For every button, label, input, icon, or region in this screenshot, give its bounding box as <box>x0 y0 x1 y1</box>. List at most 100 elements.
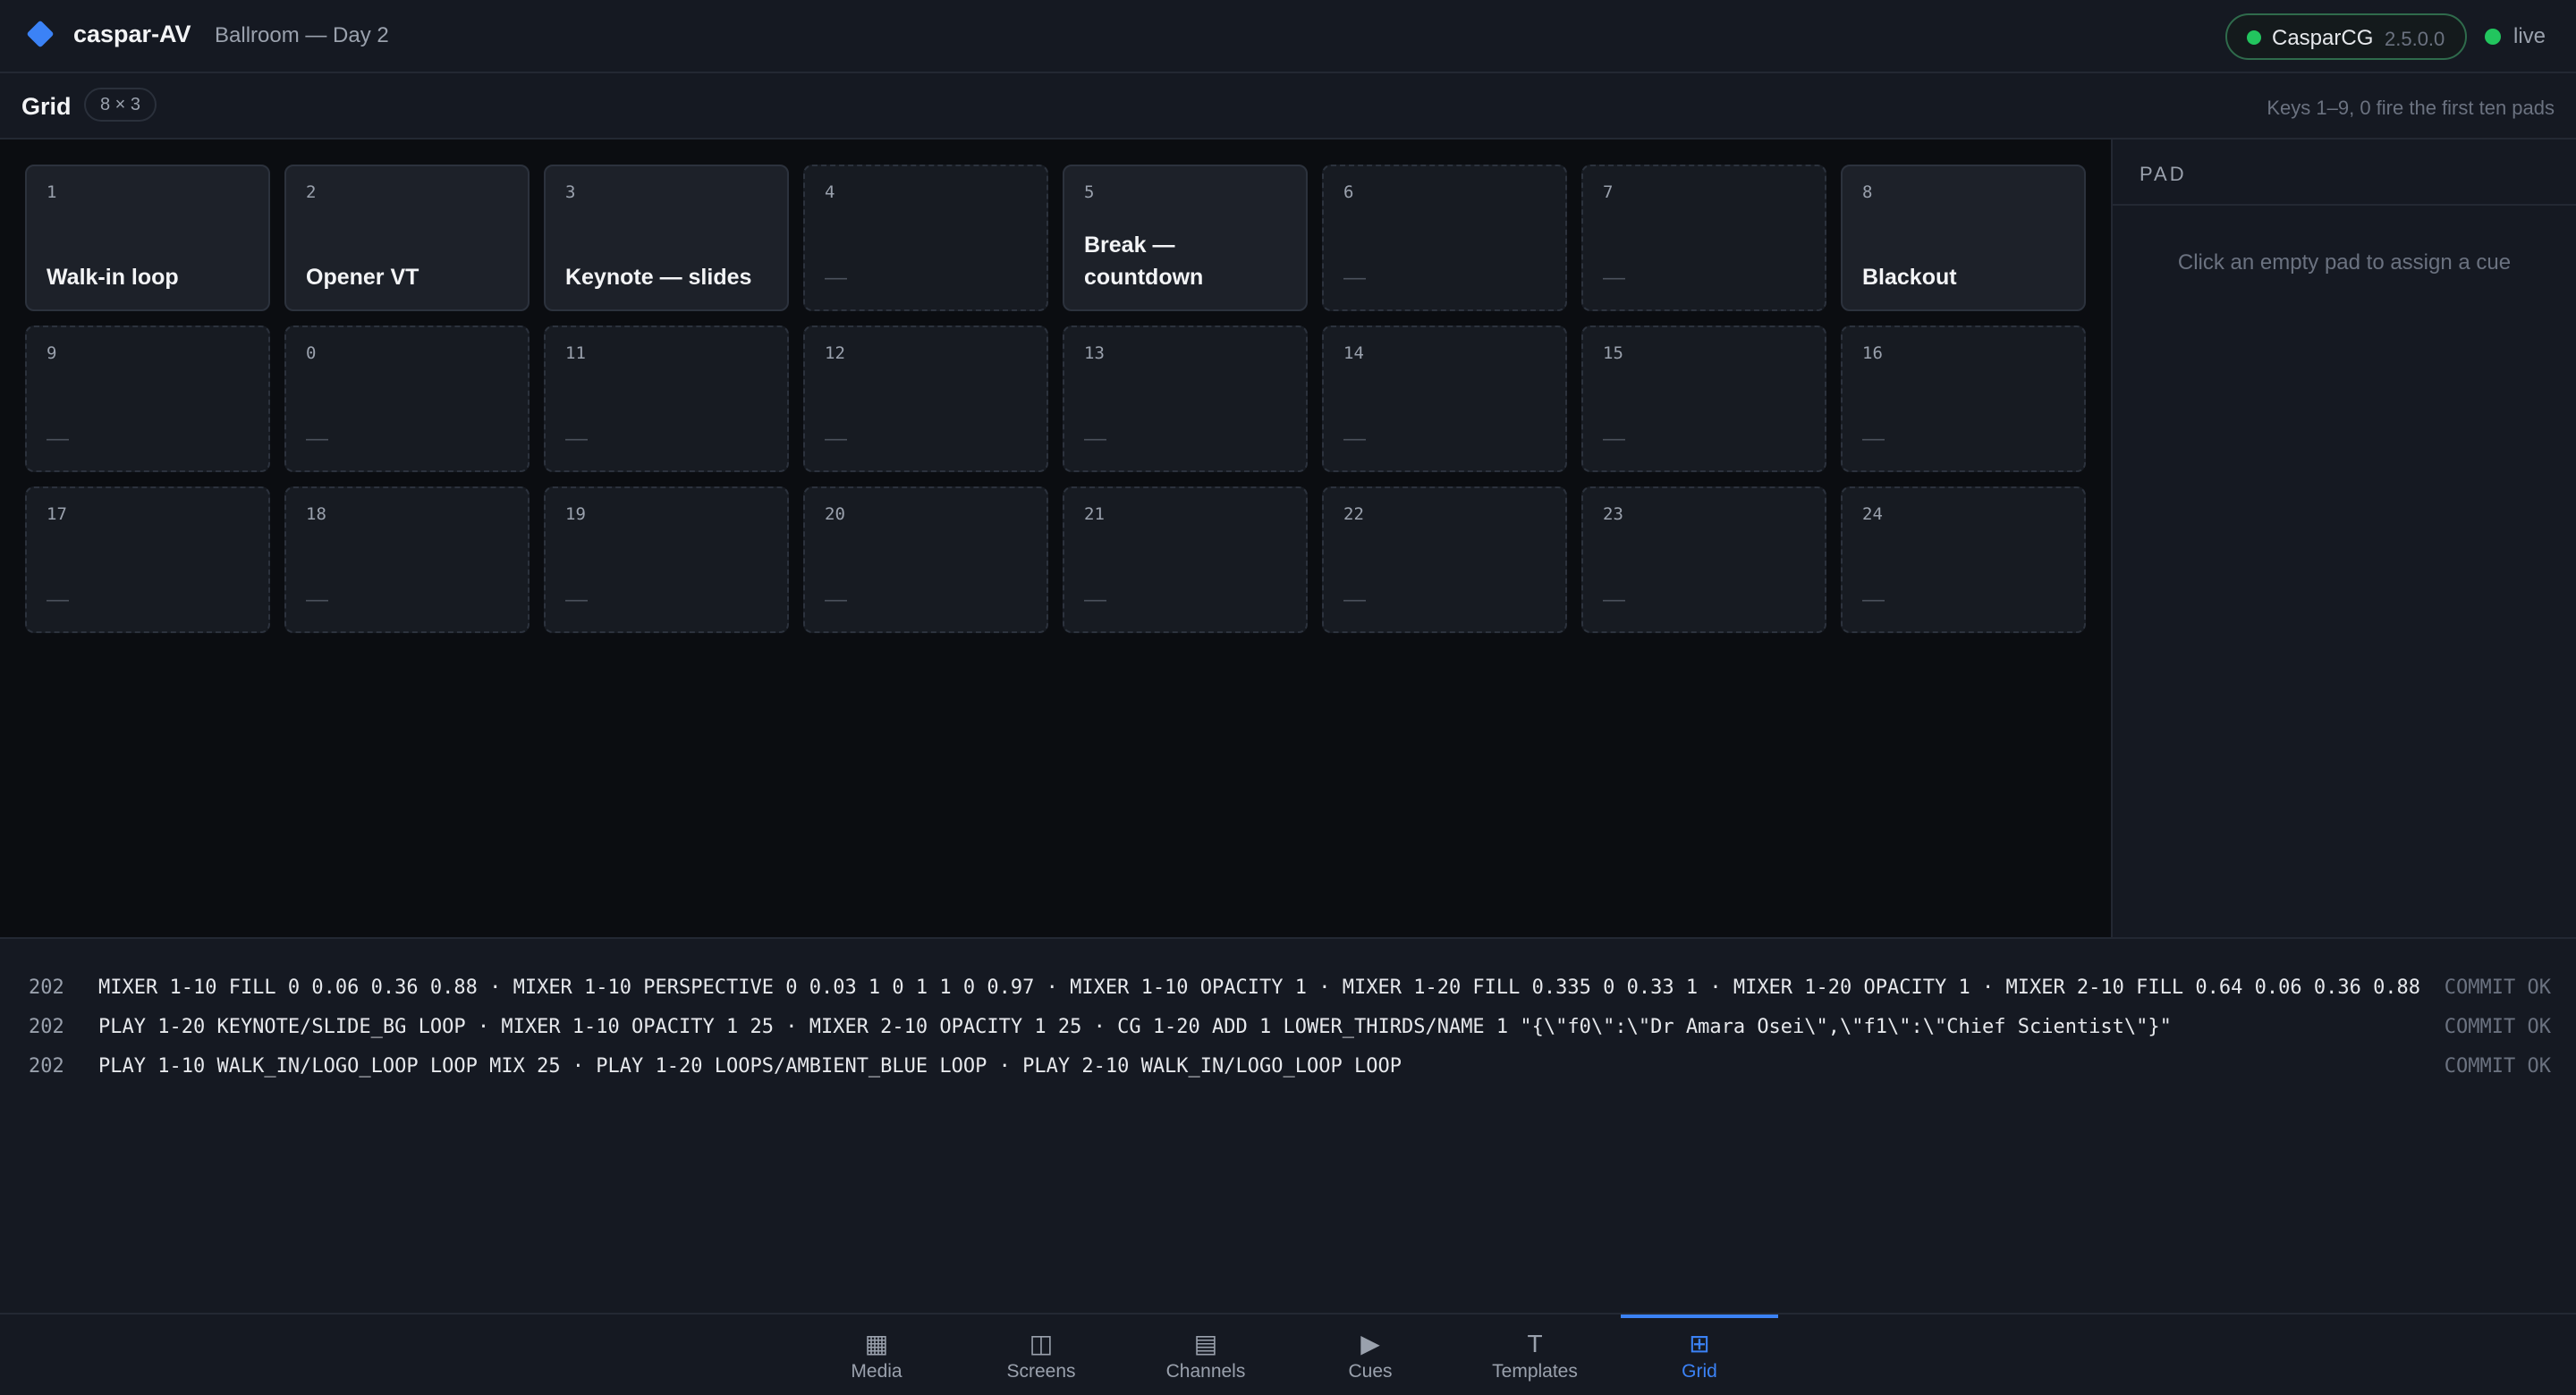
log-status: COMMIT OK <box>2444 976 2551 999</box>
pad-label: — <box>1084 426 1106 451</box>
nav-channels[interactable]: ▤ Channels <box>1127 1315 1284 1395</box>
pad-number: 2 <box>306 182 317 202</box>
log-command: PLAY 1-20 KEYNOTE/SLIDE_BG LOOP · MIXER … <box>98 1016 2172 1038</box>
log-code: 202 <box>29 1016 64 1038</box>
pad[interactable]: 20 — <box>803 486 1048 633</box>
pad-label: Opener VT <box>306 265 419 290</box>
nav-label: Screens <box>1006 1361 1076 1382</box>
grid-icon: ⊞ <box>1689 1330 1710 1357</box>
log-status: COMMIT OK <box>2444 1055 2551 1078</box>
pad[interactable]: 5 Break — countdown <box>1063 165 1308 311</box>
pad-label: — <box>825 587 847 612</box>
pad-number: 17 <box>47 504 67 524</box>
pad-panel: PAD Click an empty pad to assign a cue <box>2111 140 2576 937</box>
project-name: Ballroom — Day 2 <box>215 23 389 47</box>
screens-icon: ◫ <box>1029 1330 1054 1357</box>
pad-number: 16 <box>1862 343 1883 363</box>
app-name: caspar-AV <box>73 21 191 47</box>
pad-label: — <box>1862 426 1885 451</box>
pad-number: 13 <box>1084 343 1105 363</box>
nav-templates[interactable]: T Templates <box>1456 1315 1614 1395</box>
media-icon: ▦ <box>864 1330 889 1357</box>
log-row: 202 PLAY 1-20 KEYNOTE/SLIDE_BG LOOP · MI… <box>0 1007 2576 1046</box>
pad[interactable]: 23 — <box>1581 486 1826 633</box>
pad-number: 19 <box>565 504 586 524</box>
pad-label: — <box>1603 265 1625 290</box>
pad-number: 5 <box>1084 182 1095 202</box>
nav-cues[interactable]: ▶ Cues <box>1292 1315 1449 1395</box>
pad[interactable]: 8 Blackout <box>1841 165 2086 311</box>
nav-label: Grid <box>1682 1361 1717 1382</box>
server-status-pill[interactable]: CasparCG 2.5.0.0 <box>2225 13 2467 60</box>
pad-number: 23 <box>1603 504 1623 524</box>
nav-grid[interactable]: ⊞ Grid <box>1621 1315 1778 1395</box>
pad-number: 3 <box>565 182 576 202</box>
nav-screens[interactable]: ◫ Screens <box>962 1315 1120 1395</box>
pad[interactable]: 22 — <box>1322 486 1567 633</box>
log-code: 202 <box>29 976 64 999</box>
pad[interactable]: 15 — <box>1581 326 1826 472</box>
cues-icon: ▶ <box>1360 1330 1380 1357</box>
pad-label: — <box>306 587 328 612</box>
pad-number: 8 <box>1862 182 1873 202</box>
pad-label: Walk-in loop <box>47 265 179 290</box>
log-command: PLAY 1-10 WALK_IN/LOGO_LOOP LOOP MIX 25 … <box>98 1055 1402 1078</box>
pad[interactable]: 21 — <box>1063 486 1308 633</box>
pad-panel-title: PAD <box>2140 163 2187 185</box>
pad-number: 14 <box>1343 343 1364 363</box>
pad[interactable]: 12 — <box>803 326 1048 472</box>
pad[interactable]: 1 Walk-in loop <box>25 165 270 311</box>
pad[interactable]: 24 — <box>1841 486 2086 633</box>
channels-icon: ▤ <box>1193 1330 1218 1357</box>
pad-number: 7 <box>1603 182 1614 202</box>
pad-label: — <box>565 587 588 612</box>
pad[interactable]: 13 — <box>1063 326 1308 472</box>
pad-label: — <box>1603 426 1625 451</box>
live-dot-icon <box>2485 29 2501 45</box>
pad-label: — <box>825 426 847 451</box>
keyboard-hint: Keys 1–9, 0 fire the first ten pads <box>2267 97 2555 119</box>
pad-panel-empty-message: Click an empty pad to assign a cue <box>2177 250 2512 275</box>
grid-toolbar: Grid 8 × 3 Keys 1–9, 0 fire the first te… <box>0 73 2576 140</box>
pad[interactable]: 9— <box>25 326 270 472</box>
pad[interactable]: 0— <box>284 326 530 472</box>
pad[interactable]: 11 — <box>544 326 789 472</box>
pad[interactable]: 14 — <box>1322 326 1567 472</box>
pad-label: Break — countdown <box>1084 232 1204 290</box>
pad-number: 12 <box>825 343 845 363</box>
pad[interactable]: 17 — <box>25 486 270 633</box>
nav-label: Media <box>851 1361 902 1382</box>
pad-number: 6 <box>1343 182 1354 202</box>
log-status: COMMIT OK <box>2444 1016 2551 1038</box>
pad-label: — <box>1343 426 1366 451</box>
pad-number: 1 <box>47 182 57 202</box>
pad[interactable]: 19 — <box>544 486 789 633</box>
pad-label: — <box>1343 265 1366 290</box>
pad-number: 18 <box>306 504 326 524</box>
nav-media[interactable]: ▦ Media <box>798 1315 955 1395</box>
pad-label: — <box>825 265 847 290</box>
pad-label: Blackout <box>1862 265 1957 290</box>
pad-number: 15 <box>1603 343 1623 363</box>
pad[interactable]: 7— <box>1581 165 1826 311</box>
pad-label: — <box>1343 587 1366 612</box>
bottom-nav: ▦ Media ◫ Screens ▤ Channels ▶ Cues T Te… <box>0 1313 2576 1395</box>
pad[interactable]: 3 Keynote — slides <box>544 165 789 311</box>
pad-label: — <box>565 426 588 451</box>
pad[interactable]: 16 — <box>1841 326 2086 472</box>
pad[interactable]: 2 Opener VT <box>284 165 530 311</box>
pad-number: 9 <box>47 343 57 363</box>
log-command: MIXER 1-10 FILL 0 0.06 0.36 0.88 · MIXER… <box>98 976 2421 999</box>
pad[interactable]: 6— <box>1322 165 1567 311</box>
pad-label: — <box>1862 587 1885 612</box>
pad[interactable]: 4— <box>803 165 1048 311</box>
pad-label: — <box>1603 587 1625 612</box>
pad-number: 11 <box>565 343 586 363</box>
top-bar: caspar-AV Ballroom — Day 2 CasparCG 2.5.… <box>0 0 2576 73</box>
pad[interactable]: 18 — <box>284 486 530 633</box>
pad-number: 4 <box>825 182 835 202</box>
page-title: Grid <box>21 93 72 120</box>
pad-number: 24 <box>1862 504 1883 524</box>
pad-grid: 1 Walk-in loop 2 Opener VT 3 Keynote — slides… <box>0 140 2111 937</box>
pad-label: — <box>306 426 328 451</box>
